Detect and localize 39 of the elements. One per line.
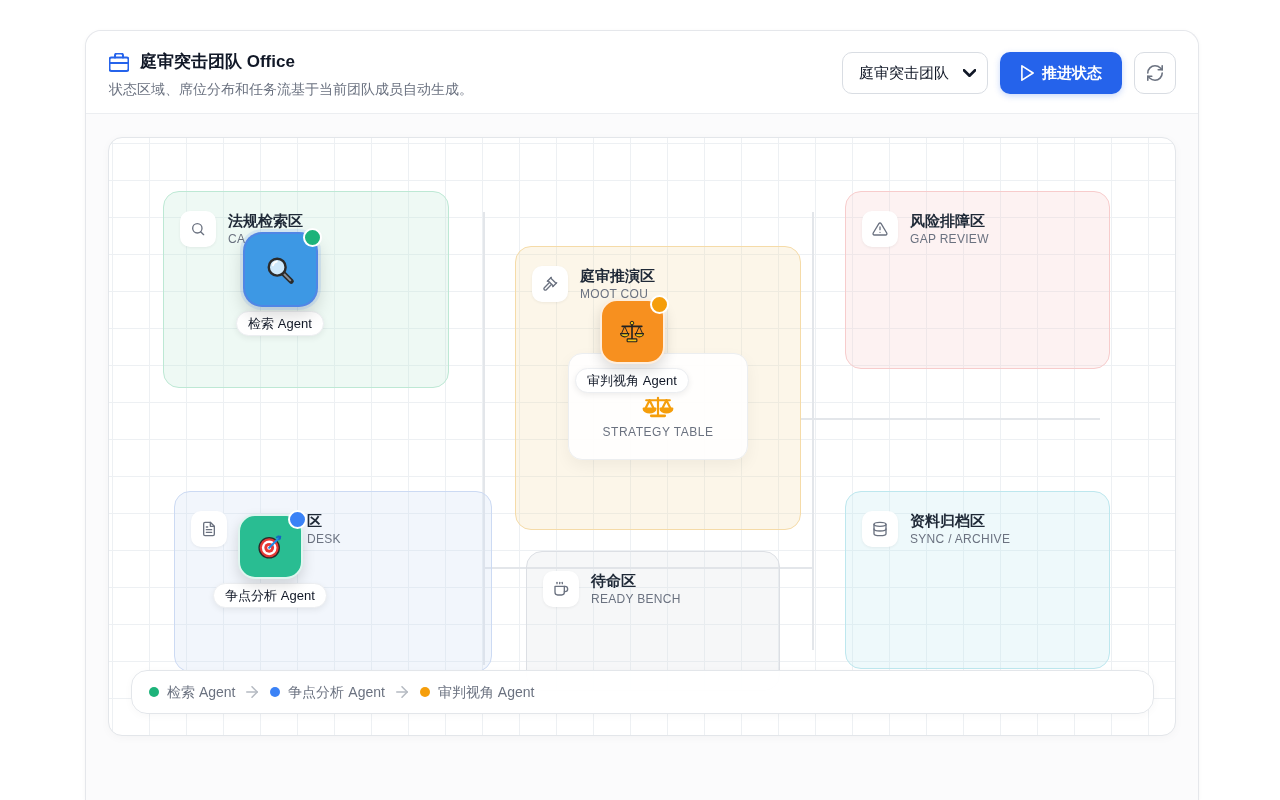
scales-icon	[642, 396, 674, 418]
agent-label: 检索 Agent	[236, 311, 324, 336]
zone-title: 庭审推演区	[580, 266, 655, 286]
zone-subtitle: SYNC / ARCHIVE	[910, 531, 1011, 547]
warning-icon	[862, 211, 898, 247]
gavel-icon	[532, 266, 568, 302]
zone-subtitle: MOOT COU	[580, 286, 649, 302]
scales-icon	[619, 318, 645, 345]
zone-title: 区	[307, 511, 322, 531]
advance-button[interactable]: 推进状态	[1000, 52, 1122, 94]
briefcase-icon	[109, 52, 129, 72]
office-subtitle: 状态区域、席位分布和任务流基于当前团队成员自动生成。	[109, 80, 473, 99]
chevron-down-icon	[963, 69, 976, 77]
legend-label: 争点分析 Agent	[288, 683, 385, 701]
arrow-right-icon	[246, 686, 259, 698]
refresh-icon	[1147, 65, 1163, 81]
team-select[interactable]: 庭审突击团队	[842, 52, 988, 94]
legend-label: 审判视角 Agent	[437, 683, 535, 701]
refresh-button[interactable]	[1134, 52, 1176, 94]
agent-label: 争点分析 Agent	[213, 583, 327, 608]
table-label: STRATEGY TABLE	[602, 424, 714, 440]
agent-label: 审判视角 Agent	[575, 368, 689, 393]
arrow-right-icon	[395, 686, 408, 698]
search-icon	[180, 211, 216, 247]
zone-subtitle: DESK	[307, 531, 341, 547]
office-title: 庭审突击团队 Office	[140, 51, 295, 73]
legend-label: 检索 Agent	[167, 683, 236, 701]
zone-subtitle: CA	[228, 231, 246, 247]
play-icon	[1020, 65, 1034, 81]
target-icon	[257, 533, 283, 560]
document-icon	[191, 511, 227, 547]
database-icon	[862, 511, 898, 547]
zone-subtitle: GAP REVIEW	[910, 231, 989, 247]
zone-subtitle: READY BENCH	[591, 591, 681, 607]
coffee-cup-icon	[543, 571, 579, 607]
zone-title: 风险排障区	[910, 211, 985, 231]
zone-title: 法规检索区	[228, 211, 303, 231]
zone-title: 资料归档区	[910, 511, 985, 531]
zone-title: 待命区	[591, 571, 636, 591]
